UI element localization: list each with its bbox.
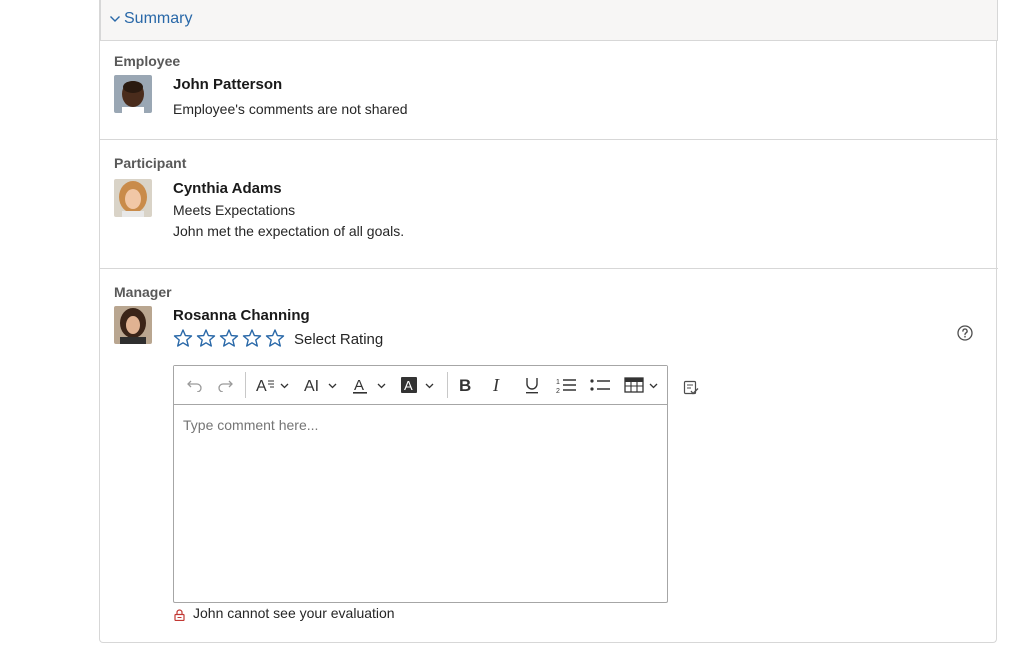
svg-text:A: A (404, 378, 413, 393)
employee-section-label: Employee (114, 53, 181, 69)
background-color-icon[interactable]: A (400, 375, 438, 395)
redo-icon[interactable] (214, 375, 236, 395)
bold-icon[interactable]: B (454, 375, 476, 395)
svg-text:I: I (492, 376, 500, 394)
toolbar-separator (245, 372, 246, 398)
star-icon[interactable] (265, 329, 285, 347)
star-icon[interactable] (219, 329, 239, 347)
spell-check-icon[interactable] (683, 380, 699, 396)
participant-avatar (114, 179, 152, 217)
svg-text:AI: AI (304, 378, 319, 394)
participant-comment: John met the expectation of all goals. (173, 223, 405, 239)
summary-toggle-link[interactable]: Summary (124, 10, 192, 28)
participant-rating: Meets Expectations (173, 202, 296, 218)
svg-text:2: 2 (556, 388, 560, 394)
summary-card: Summary Employee John Patterson Employee… (99, 0, 998, 643)
employee-comment: Employee's comments are not shared (173, 101, 408, 117)
svg-text:A: A (256, 378, 267, 394)
editor-toolbar: A AI A A B I 12 (174, 366, 667, 405)
star-icon[interactable] (196, 329, 216, 347)
participant-name: Cynthia Adams (173, 180, 282, 197)
underline-icon[interactable] (521, 375, 543, 395)
comment-editor[interactable]: A AI A A B I 12 Type comment here... (173, 365, 668, 603)
ordered-list-icon[interactable]: 12 (554, 375, 578, 395)
star-icon[interactable] (173, 329, 193, 347)
table-icon[interactable] (623, 375, 663, 395)
select-rating-label: Select Rating (294, 331, 384, 348)
manager-avatar (114, 306, 152, 344)
help-icon[interactable] (957, 325, 973, 341)
italic-icon[interactable]: I (487, 375, 509, 395)
visibility-note: John cannot see your evaluation (193, 605, 395, 621)
participant-section-label: Participant (114, 155, 187, 171)
manager-name: Rosanna Channing (173, 307, 310, 324)
rating-stars[interactable] (173, 329, 285, 347)
paragraph-format-icon[interactable]: A (254, 375, 294, 395)
employee-name: John Patterson (173, 76, 283, 93)
manager-section-label: Manager (114, 284, 172, 300)
svg-text:B: B (459, 376, 471, 394)
star-icon[interactable] (242, 329, 262, 347)
svg-text:1: 1 (556, 379, 560, 386)
comment-textarea[interactable]: Type comment here... (183, 417, 318, 433)
employee-avatar (114, 75, 152, 113)
svg-text:A: A (354, 377, 364, 394)
divider (100, 268, 998, 269)
font-size-icon[interactable]: AI (302, 375, 342, 395)
toolbar-separator (447, 372, 448, 398)
summary-header[interactable]: Summary (100, 0, 998, 41)
unordered-list-icon[interactable] (588, 375, 612, 395)
divider (100, 139, 998, 140)
chevron-down-icon[interactable] (109, 13, 121, 25)
text-color-icon[interactable]: A (352, 375, 390, 395)
undo-icon[interactable] (184, 375, 206, 395)
lock-icon (174, 609, 185, 621)
